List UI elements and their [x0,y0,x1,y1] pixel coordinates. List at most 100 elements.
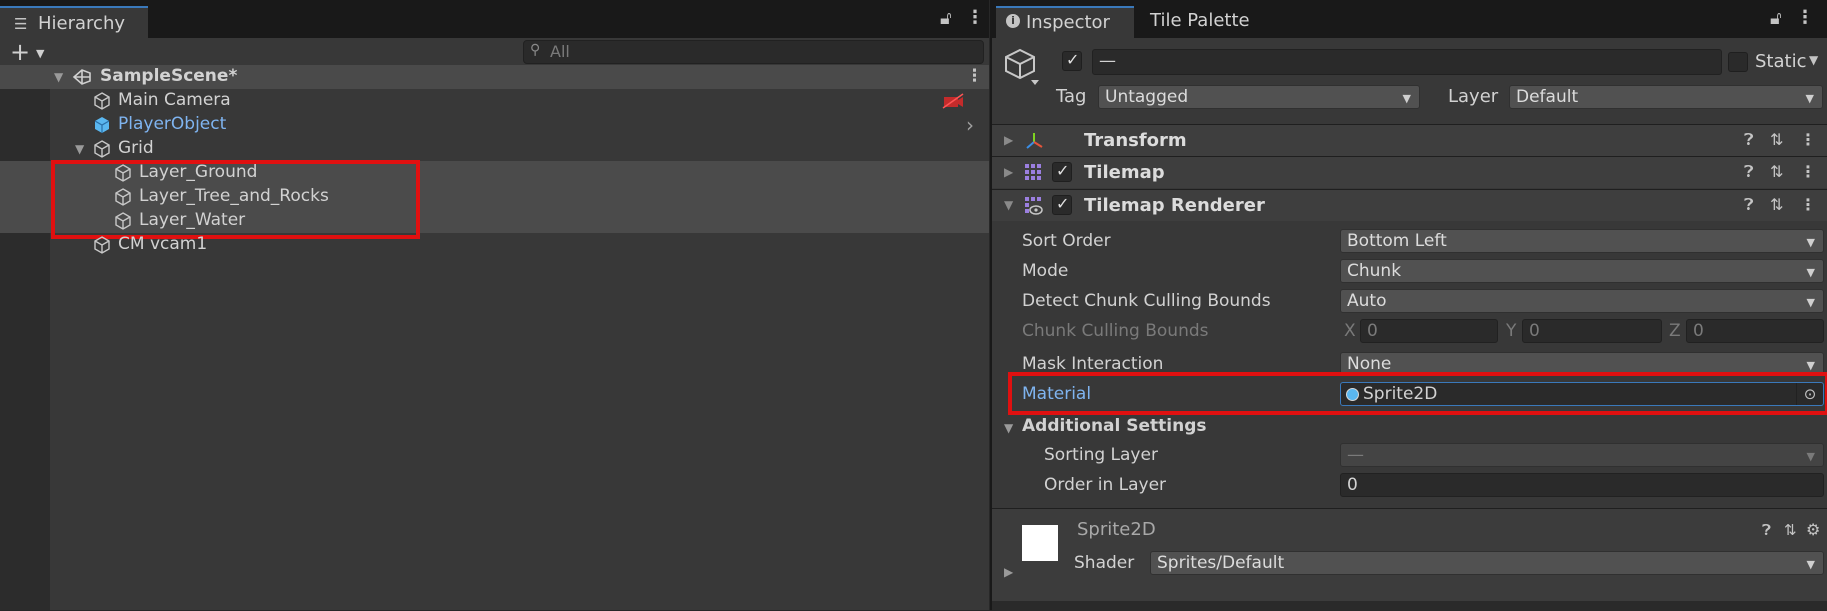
inspector-tab-bar: i Inspector Tile Palette 🔓︎ ⋮ [992,0,1827,38]
gameobject-icon [94,236,110,254]
chevron-down-icon: ▼ [1806,296,1815,309]
layer-label: Layer [1448,86,1499,107]
unity-scene-icon [72,69,91,85]
mask-interaction-label: Mask Interaction [1022,354,1164,374]
material-preview-section: Sprite2D ❓︎ ⇅ ⚙ ▶ Shader Sprites/Default… [992,508,1827,611]
gameobject-icon [94,92,110,110]
kebab-menu-icon[interactable]: ⋮ [1800,130,1816,149]
shader-dropdown[interactable]: Sprites/Default ▼ [1150,551,1824,575]
order-in-layer-field[interactable]: 0 [1340,473,1824,497]
camera-gizmo-icon[interactable] [942,93,964,109]
chevron-right-icon[interactable]: › [966,113,974,137]
object-name-field[interactable]: — [1092,49,1722,75]
mode-dropdown[interactable]: Chunk ▼ [1340,259,1824,283]
highlight-box-material [1008,372,1827,415]
expand-arrow-icon[interactable]: ▼ [75,142,84,156]
search-placeholder: All [550,42,570,61]
info-icon: i [1006,14,1020,28]
tilemap-enabled-checkbox[interactable]: ✓ [1052,161,1072,182]
expand-arrow-icon[interactable]: ▶ [1004,133,1013,147]
gameobject-icon [94,140,110,158]
highlight-box-layers [51,160,420,239]
renderer-enabled-checkbox[interactable]: ✓ [1052,194,1072,215]
preset-icon[interactable]: ⇅ [1784,521,1797,539]
sorting-layer-label: Sorting Layer [1044,445,1158,465]
add-icon[interactable]: + [10,38,30,66]
preset-icon[interactable]: ⇅ [1770,130,1783,149]
hierarchy-tab[interactable]: ☰ Hierarchy [0,6,148,38]
layer-dropdown[interactable]: Default ▼ [1509,85,1823,109]
expand-arrow-icon[interactable]: ▼ [1004,198,1013,212]
component-name: Transform [1084,130,1187,151]
kebab-menu-icon[interactable]: ⋮ [1800,195,1816,214]
preset-icon[interactable]: ⇅ [1770,162,1783,181]
help-icon[interactable]: ❓︎ [1762,521,1771,539]
bounds-y-field[interactable]: 0 [1522,319,1662,343]
additional-settings-title[interactable]: Additional Settings [1022,416,1207,436]
scene-row[interactable]: ▼ SampleScene* ⋮ [0,65,989,89]
tab-tile-palette[interactable]: Tile Palette [1150,10,1250,31]
active-checkbox[interactable]: ✓ [1062,50,1082,71]
tab-inspector-label: Inspector [1026,12,1110,33]
hierarchy-item-main-camera[interactable]: Main Camera [0,89,989,113]
expand-arrow-icon[interactable]: ▶ [1004,165,1013,179]
hierarchy-tab-bar: ☰ Hierarchy 🔓︎ ⋮ [0,0,989,38]
component-transform-header[interactable]: ▶ Transform ❓︎ ⇅ ⋮ [992,124,1827,156]
scene-name: SampleScene* [100,66,238,86]
tilemap-icon [1025,164,1041,180]
detect-chunk-culling-label: Detect Chunk Culling Bounds [1022,291,1271,311]
component-tilemap-renderer-header[interactable]: ▼ ✓ Tilemap Renderer ❓︎ ⇅ ⋮ [992,189,1827,221]
help-icon[interactable]: ❓︎ [1744,195,1754,215]
component-name: Tilemap [1084,162,1165,183]
gameobject-large-icon[interactable] [1004,48,1040,88]
kebab-menu-icon[interactable]: ⋮ [1800,162,1816,181]
hierarchy-item-grid[interactable]: ▼ Grid [0,137,989,161]
kebab-menu-icon[interactable]: ⋮ [966,7,984,28]
hierarchy-item-cm-vcam1[interactable]: CM vcam1 [0,233,989,257]
item-label: Grid [118,138,154,158]
expand-arrow-icon[interactable]: ▶ [1004,565,1013,579]
item-label: PlayerObject [118,114,227,134]
chevron-down-icon[interactable]: ▼ [36,47,44,60]
kebab-menu-icon[interactable]: ⋮ [1796,7,1814,28]
transform-icon [1026,133,1043,149]
chevron-down-icon: ▼ [1806,359,1815,372]
chevron-down-icon: ▼ [1806,558,1815,571]
expand-arrow-icon[interactable]: ▼ [1004,421,1013,435]
detect-chunk-culling-dropdown[interactable]: Auto ▼ [1340,289,1824,313]
tag-label: Tag [1056,86,1087,107]
scene-menu-icon[interactable]: ⋮ [966,66,983,86]
shader-label: Shader [1074,553,1135,573]
chevron-down-icon: ▼ [1806,450,1815,463]
bounds-x-field[interactable]: 0 [1360,319,1498,343]
bounds-z-field[interactable]: 0 [1686,319,1824,343]
hierarchy-search-input[interactable]: ⚲ All [523,40,984,64]
lock-icon[interactable]: 🔓︎ [940,8,952,29]
sorting-layer-dropdown[interactable]: — ▼ [1340,443,1824,467]
tilemap-renderer-icon [1025,197,1043,215]
material-swatch [1022,525,1058,561]
chevron-down-icon[interactable]: ▼ [1809,53,1818,67]
chevron-down-icon: ▼ [1806,266,1815,279]
help-icon[interactable]: ❓︎ [1744,130,1754,150]
expand-arrow-icon[interactable]: ▼ [54,70,63,84]
gear-icon[interactable]: ⚙ [1806,520,1820,539]
preset-icon[interactable]: ⇅ [1770,195,1783,214]
chevron-down-icon: ▼ [1402,92,1411,105]
bounds-x-label: X [1344,321,1356,341]
tab-inspector[interactable]: i Inspector [996,6,1134,38]
item-label: CM vcam1 [118,234,208,254]
bounds-z-label: Z [1669,321,1681,341]
hierarchy-item-playerobject[interactable]: PlayerObject › [0,113,989,137]
static-checkbox[interactable] [1728,52,1748,72]
list-icon: ☰ [14,15,28,33]
help-icon[interactable]: ❓︎ [1744,162,1754,182]
static-label: Static [1755,51,1807,72]
bounds-y-label: Y [1506,321,1517,341]
prefab-icon [94,117,110,133]
tag-dropdown[interactable]: Untagged ▼ [1098,85,1420,109]
lock-icon[interactable]: 🔓︎ [1770,8,1782,29]
sort-order-dropdown[interactable]: Bottom Left ▼ [1340,229,1824,253]
material-preview-name: Sprite2D [1077,519,1156,540]
component-tilemap-header[interactable]: ▶ ✓ Tilemap ❓︎ ⇅ ⋮ [992,156,1827,188]
